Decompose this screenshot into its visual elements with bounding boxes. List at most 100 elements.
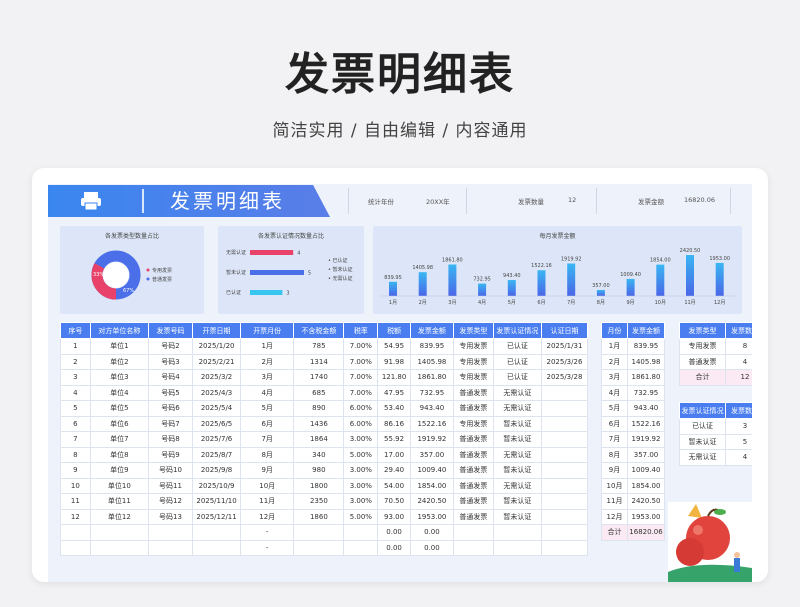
table-cell[interactable]: 已认证: [492, 353, 542, 370]
table-cell[interactable]: [60, 524, 91, 541]
table-cell[interactable]: [540, 508, 589, 525]
table-cell[interactable]: 暂未认证: [492, 462, 542, 479]
table-cell[interactable]: [492, 539, 542, 556]
table-cell[interactable]: 5月: [240, 400, 295, 417]
table-cell[interactable]: 8月: [240, 446, 295, 463]
table-cell[interactable]: [540, 400, 589, 417]
table-cell[interactable]: 号码8: [148, 431, 193, 448]
table-cell[interactable]: 1009.40: [409, 462, 454, 479]
table-cell[interactable]: -: [240, 539, 295, 556]
table-cell[interactable]: 2025/10/9: [191, 477, 242, 494]
table-cell[interactable]: 单位5: [89, 400, 150, 417]
table-cell[interactable]: [293, 539, 345, 556]
table-cell[interactable]: 号码5: [148, 384, 193, 401]
table-cell[interactable]: 839.95: [627, 338, 665, 355]
table-cell[interactable]: [452, 524, 494, 541]
table-cell[interactable]: [89, 539, 150, 556]
table-cell[interactable]: 3.00%: [343, 493, 379, 510]
table-cell[interactable]: 号码12: [148, 493, 193, 510]
table-cell[interactable]: 2025/7/6: [191, 431, 242, 448]
table-cell[interactable]: 普通发票: [452, 462, 494, 479]
table-cell[interactable]: 普通发票: [452, 384, 494, 401]
table-cell[interactable]: 普通发票: [452, 446, 494, 463]
table-cell[interactable]: 专用发票: [452, 353, 494, 370]
table-cell[interactable]: 1861.80: [409, 369, 454, 386]
table-cell[interactable]: 1953.00: [627, 508, 665, 525]
table-cell[interactable]: 93.00: [377, 508, 411, 525]
table-cell[interactable]: 55.92: [377, 431, 411, 448]
table-cell[interactable]: 732.95: [627, 384, 665, 401]
table-cell[interactable]: 1854.00: [627, 477, 665, 494]
table-cell[interactable]: 2月: [240, 353, 295, 370]
table-cell[interactable]: 号码2: [148, 338, 193, 355]
table-cell[interactable]: 暂未认证: [492, 415, 542, 432]
table-cell[interactable]: 7月: [240, 431, 295, 448]
table-cell[interactable]: 2025/3/2: [191, 369, 242, 386]
table-cell[interactable]: 4月: [601, 384, 628, 401]
table-cell[interactable]: 2025/9/8: [191, 462, 242, 479]
table-cell[interactable]: 无需认证: [492, 384, 542, 401]
table-cell[interactable]: [89, 524, 150, 541]
table-cell[interactable]: 无需认证: [492, 477, 542, 494]
table-cell[interactable]: 专用发票: [452, 415, 494, 432]
table-cell[interactable]: 专用发票: [679, 338, 726, 355]
table-cell[interactable]: 17.00: [377, 446, 411, 463]
table-cell[interactable]: 单位12: [89, 508, 150, 525]
table-cell[interactable]: 943.40: [409, 400, 454, 417]
table-cell[interactable]: 1919.92: [627, 431, 665, 448]
table-cell[interactable]: 1522.16: [627, 415, 665, 432]
table-cell[interactable]: 1: [60, 338, 91, 355]
table-cell[interactable]: 12: [60, 508, 91, 525]
table-cell[interactable]: [191, 524, 242, 541]
table-cell[interactable]: [452, 539, 494, 556]
table-cell[interactable]: 1009.40: [627, 462, 665, 479]
table-cell[interactable]: 340: [293, 446, 345, 463]
total-cell[interactable]: 12: [725, 369, 752, 386]
table-cell[interactable]: 3.00%: [343, 431, 379, 448]
table-cell[interactable]: 7: [60, 431, 91, 448]
table-cell[interactable]: 3: [725, 418, 752, 435]
table-cell[interactable]: 53.40: [377, 400, 411, 417]
table-cell[interactable]: 2025/4/3: [191, 384, 242, 401]
table-cell[interactable]: 单位6: [89, 415, 150, 432]
table-cell[interactable]: 已认证: [492, 338, 542, 355]
table-cell[interactable]: 6.00%: [343, 400, 379, 417]
table-cell[interactable]: 357.00: [627, 446, 665, 463]
table-cell[interactable]: 10月: [240, 477, 295, 494]
table-cell[interactable]: 4: [725, 449, 752, 466]
table-cell[interactable]: 4: [725, 353, 752, 370]
table-cell[interactable]: 29.40: [377, 462, 411, 479]
table-cell[interactable]: 10月: [601, 477, 628, 494]
table-cell[interactable]: 单位8: [89, 446, 150, 463]
table-cell[interactable]: [540, 524, 589, 541]
table-cell[interactable]: 5.00%: [343, 446, 379, 463]
table-cell[interactable]: 号码10: [148, 462, 193, 479]
table-cell[interactable]: [540, 462, 589, 479]
table-cell[interactable]: 单位9: [89, 462, 150, 479]
table-cell[interactable]: 3月: [601, 369, 628, 386]
table-cell[interactable]: 11: [60, 493, 91, 510]
table-cell[interactable]: 专用发票: [452, 369, 494, 386]
table-cell[interactable]: 54.00: [377, 477, 411, 494]
table-cell[interactable]: 暂未认证: [492, 493, 542, 510]
table-cell[interactable]: [148, 539, 193, 556]
table-cell[interactable]: 普通发票: [452, 493, 494, 510]
table-cell[interactable]: 普通发票: [452, 477, 494, 494]
table-cell[interactable]: 6月: [601, 415, 628, 432]
table-cell[interactable]: 普通发票: [452, 400, 494, 417]
table-cell[interactable]: 1919.92: [409, 431, 454, 448]
table-cell[interactable]: 7.00%: [343, 384, 379, 401]
table-cell[interactable]: 0.00: [409, 524, 454, 541]
table-cell[interactable]: 无需认证: [492, 400, 542, 417]
table-cell[interactable]: 单位4: [89, 384, 150, 401]
table-cell[interactable]: 7.00%: [343, 353, 379, 370]
table-cell[interactable]: 2月: [601, 353, 628, 370]
table-cell[interactable]: 47.95: [377, 384, 411, 401]
table-cell[interactable]: 2025/6/5: [191, 415, 242, 432]
table-cell[interactable]: 7.00%: [343, 338, 379, 355]
table-cell[interactable]: 9月: [601, 462, 628, 479]
table-cell[interactable]: 890: [293, 400, 345, 417]
table-cell[interactable]: 3月: [240, 369, 295, 386]
table-cell[interactable]: 1800: [293, 477, 345, 494]
table-cell[interactable]: [492, 524, 542, 541]
